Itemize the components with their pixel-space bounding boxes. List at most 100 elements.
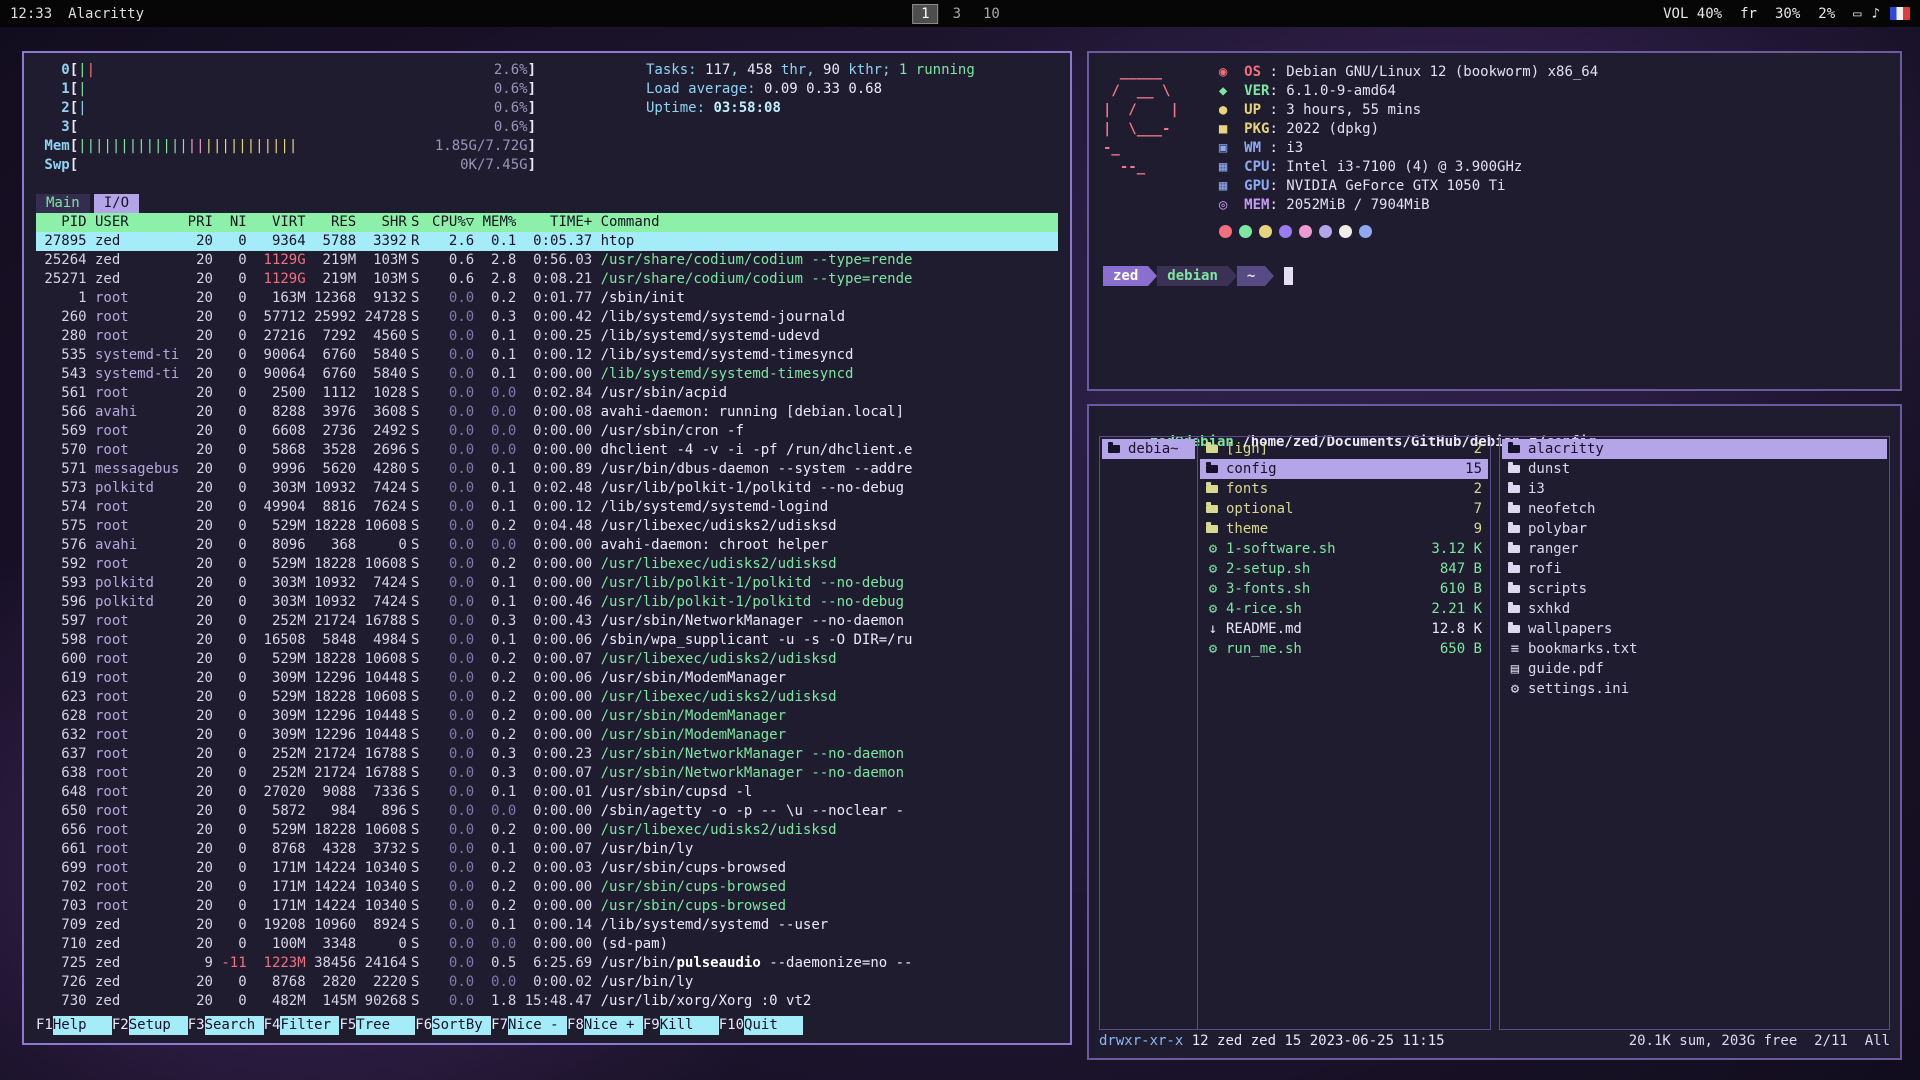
process-row[interactable]: 570root200586835282696S0.00.00:00.00dhcl…: [36, 441, 1058, 460]
workspace-10[interactable]: 10: [975, 5, 1008, 23]
process-row[interactable]: 573polkitd200303M109327424S0.00.10:02.48…: [36, 479, 1058, 498]
process-row[interactable]: 535systemd-ti2009006467605840S0.00.10:00…: [36, 346, 1058, 365]
process-row[interactable]: 260root200577122599224728S0.00.30:00.42/…: [36, 308, 1058, 327]
file-entry-wallpapers[interactable]: wallpapers: [1502, 619, 1887, 639]
neofetch-terminal[interactable]: _____ / __ \ | / | | \___- -_ --_ ◉OS : …: [1089, 53, 1900, 389]
file-entry-i3[interactable]: i3: [1502, 479, 1887, 499]
window-neofetch[interactable]: _____ / __ \ | / | | \___- -_ --_ ◉OS : …: [1087, 51, 1902, 391]
fkey-f2[interactable]: F2Setup: [112, 1016, 188, 1035]
process-row[interactable]: 725zed9-111223M3845624164S0.00.56:25.69/…: [36, 954, 1058, 973]
column-header-res[interactable]: RES: [306, 213, 357, 232]
file-entry-sxhkd[interactable]: sxhkd: [1502, 599, 1887, 619]
file-entry-ign[interactable]: [ign]2: [1200, 439, 1488, 459]
file-entry-theme[interactable]: theme9: [1200, 519, 1488, 539]
process-row[interactable]: 730zed200482M145M90268S0.01.815:48.47/us…: [36, 992, 1058, 1011]
file-entry-runme.sh[interactable]: ⚙run_me.sh650 B: [1200, 639, 1488, 659]
file-entry-rofi[interactable]: rofi: [1502, 559, 1887, 579]
process-row[interactable]: 571messagebus200999656204280S0.00.10:00.…: [36, 460, 1058, 479]
file-entry-readme.md[interactable]: ↓README.md12.8 K: [1200, 619, 1488, 639]
fkey-f5[interactable]: F5Tree: [339, 1016, 415, 1035]
workspace-1[interactable]: 1: [912, 4, 938, 24]
file-entry-settings.ini[interactable]: ⚙settings.ini: [1502, 679, 1887, 699]
column-header-st[interactable]: S: [407, 213, 424, 232]
column-header-pid[interactable]: PID: [36, 213, 87, 232]
fkey-f4[interactable]: F4Filter: [264, 1016, 340, 1035]
file-entry-bookmarks.txt[interactable]: ≡bookmarks.txt: [1502, 639, 1887, 659]
file-entry-config[interactable]: config15: [1200, 459, 1488, 479]
column-header-virt[interactable]: VIRT: [247, 213, 306, 232]
fkey-f9[interactable]: F9Kill: [643, 1016, 719, 1035]
fkey-f8[interactable]: F8Nice +: [567, 1016, 643, 1035]
process-row[interactable]: 25271zed2001129G219M103MS0.62.80:08.21/u…: [36, 270, 1058, 289]
column-header-cpu[interactable]: CPU%▽: [424, 213, 475, 232]
process-row[interactable]: 710zed200100M33480S0.00.00:00.00(sd-pam): [36, 935, 1058, 954]
file-entry-dunst[interactable]: dunst: [1502, 459, 1887, 479]
process-row[interactable]: 637root200252M2172416788S0.00.30:00.23/u…: [36, 745, 1058, 764]
process-row[interactable]: 628root200309M1229610448S0.00.20:00.00/u…: [36, 707, 1058, 726]
process-row[interactable]: 703root200171M1422410340S0.00.20:00.00/u…: [36, 897, 1058, 916]
file-entry-guide.pdf[interactable]: ▤guide.pdf: [1502, 659, 1887, 679]
file-entry-polybar[interactable]: polybar: [1502, 519, 1887, 539]
process-row[interactable]: 699root200171M1422410340S0.00.20:00.03/u…: [36, 859, 1058, 878]
column-header-cmd[interactable]: Command: [592, 213, 1058, 232]
process-row[interactable]: 593polkitd200303M109327424S0.00.10:00.00…: [36, 574, 1058, 593]
process-row[interactable]: 638root200252M2172416788S0.00.30:00.07/u…: [36, 764, 1058, 783]
process-row[interactable]: 709zed20019208109608924S0.00.10:00.14/li…: [36, 916, 1058, 935]
workspace-3[interactable]: 3: [945, 5, 969, 23]
file-entry-alacritty[interactable]: alacritty: [1502, 439, 1887, 459]
process-row[interactable]: 1root200163M123689132S0.00.20:01.77/sbin…: [36, 289, 1058, 308]
file-entry-3-fonts.sh[interactable]: ⚙3-fonts.sh610 B: [1200, 579, 1488, 599]
process-row[interactable]: 619root200309M1229610448S0.00.20:00.06/u…: [36, 669, 1058, 688]
column-header-time[interactable]: TIME+: [516, 213, 592, 232]
process-row[interactable]: 656root200529M1822810608S0.00.20:00.00/u…: [36, 821, 1058, 840]
process-row[interactable]: 650root2005872984896S0.00.00:00.00/sbin/…: [36, 802, 1058, 821]
htop-tab-main[interactable]: Main: [36, 194, 90, 213]
process-row[interactable]: 25264zed2001129G219M103MS0.62.80:56.03/u…: [36, 251, 1058, 270]
ranger-file-manager[interactable]: zed@debian /home/zed/Documents/GitHub/de…: [1089, 406, 1900, 1058]
process-row[interactable]: 561root200250011121028S0.00.00:02.84/usr…: [36, 384, 1058, 403]
process-row[interactable]: 576avahi20080963680S0.00.00:00.00avahi-d…: [36, 536, 1058, 555]
process-row[interactable]: 726zed200876828202220S0.00.00:00.02/usr/…: [36, 973, 1058, 992]
process-row[interactable]: 648root2002702090887336S0.00.10:00.01/us…: [36, 783, 1058, 802]
column-header-ni[interactable]: NI: [213, 213, 247, 232]
file-entry-debia~[interactable]: debia~: [1102, 439, 1195, 459]
process-row[interactable]: 597root200252M2172416788S0.00.30:00.43/u…: [36, 612, 1058, 631]
process-row[interactable]: 280root2002721672924560S0.00.10:00.25/li…: [36, 327, 1058, 346]
volume-tray-icon[interactable]: ♪: [1872, 6, 1880, 22]
column-header-pri[interactable]: PRI: [179, 213, 213, 232]
htop-terminal[interactable]: 0[||2.6%]1[|0.6%]2[|0.6%]3[0.6%]Mem[||||…: [24, 53, 1070, 1043]
process-row[interactable]: 598root2001650858484984S0.00.10:00.06/sb…: [36, 631, 1058, 650]
file-entry-fonts[interactable]: fonts2: [1200, 479, 1488, 499]
process-row[interactable]: 592root200529M1822810608S0.00.20:00.00/u…: [36, 555, 1058, 574]
file-entry-neofetch[interactable]: neofetch: [1502, 499, 1887, 519]
column-header-shr[interactable]: SHR: [356, 213, 407, 232]
process-row[interactable]: 596polkitd200303M109327424S0.00.10:00.46…: [36, 593, 1058, 612]
process-row[interactable]: 543systemd-ti2009006467605840S0.00.10:00…: [36, 365, 1058, 384]
process-row[interactable]: 702root200171M1422410340S0.00.20:00.00/u…: [36, 878, 1058, 897]
process-row[interactable]: 623root200529M1822810608S0.00.20:00.00/u…: [36, 688, 1058, 707]
fkey-f7[interactable]: F7Nice -: [491, 1016, 567, 1035]
htop-table-header[interactable]: PIDUSERPRINIVIRTRESSHRSCPU%▽MEM%TIME+Com…: [36, 213, 1058, 232]
process-row[interactable]: 566avahi200828839763608S0.00.00:00.08ava…: [36, 403, 1058, 422]
file-entry-optional[interactable]: optional7: [1200, 499, 1488, 519]
process-row[interactable]: 632root200309M1229610448S0.00.20:00.00/u…: [36, 726, 1058, 745]
process-row[interactable]: 661root200876843283732S0.00.10:00.07/usr…: [36, 840, 1058, 859]
process-row[interactable]: 600root200529M1822810608S0.00.20:00.07/u…: [36, 650, 1058, 669]
process-row[interactable]: 569root200660827362492S0.00.00:00.00/usr…: [36, 422, 1058, 441]
fkey-f10[interactable]: F10Quit: [719, 1016, 803, 1035]
file-entry-4-rice.sh[interactable]: ⚙4-rice.sh2.21 K: [1200, 599, 1488, 619]
fkey-f1[interactable]: F1Help: [36, 1016, 112, 1035]
process-row[interactable]: 27895zed200936457883392R2.60.10:05.37hto…: [36, 232, 1058, 251]
display-tray-icon[interactable]: ▭: [1853, 6, 1861, 22]
file-entry-scripts[interactable]: scripts: [1502, 579, 1887, 599]
file-entry-2-setup.sh[interactable]: ⚙2-setup.sh847 B: [1200, 559, 1488, 579]
window-htop[interactable]: 0[||2.6%]1[|0.6%]2[|0.6%]3[0.6%]Mem[||||…: [22, 51, 1072, 1045]
fkey-f3[interactable]: F3Search: [188, 1016, 264, 1035]
htop-tab-io[interactable]: I/O: [94, 194, 139, 213]
process-row[interactable]: 574root2004990488167624S0.00.10:00.12/li…: [36, 498, 1058, 517]
file-entry-ranger[interactable]: ranger: [1502, 539, 1887, 559]
column-header-user[interactable]: USER: [87, 213, 180, 232]
column-header-mem[interactable]: MEM%: [474, 213, 516, 232]
process-row[interactable]: 575root200529M1822810608S0.00.20:04.48/u…: [36, 517, 1058, 536]
fkey-f6[interactable]: F6SortBy: [415, 1016, 491, 1035]
